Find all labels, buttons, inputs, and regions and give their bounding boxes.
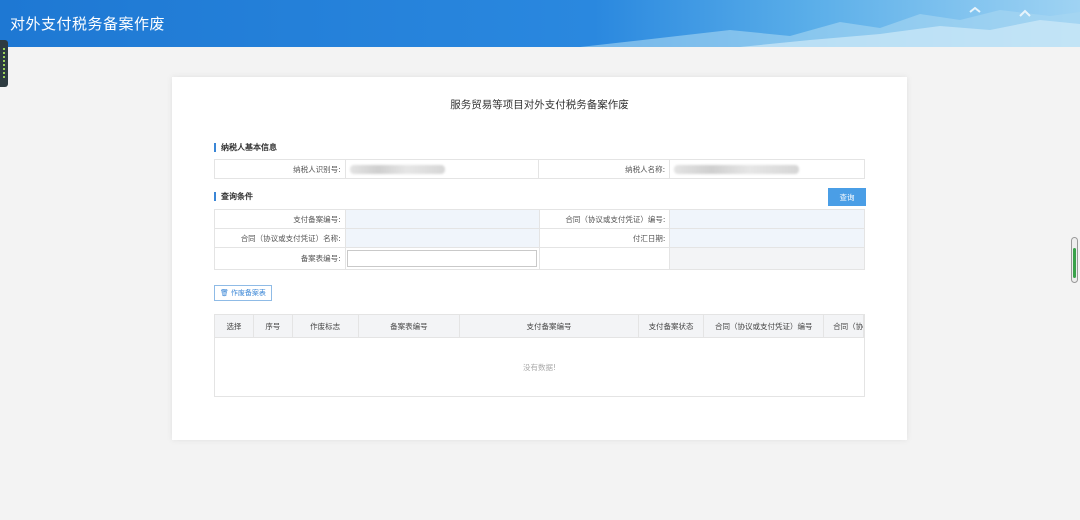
app-title: 对外支付税务备案作废 <box>10 15 166 33</box>
column-header[interactable]: 序号 <box>254 315 293 337</box>
pay-record-no-input[interactable] <box>344 209 540 229</box>
column-header[interactable]: 支付备案编号 <box>460 315 639 337</box>
remit-date-label: 付汇日期: <box>538 228 671 248</box>
column-header[interactable]: 备案表编号 <box>359 315 461 337</box>
contract-no-label: 合同（协议或支付凭证）编号: <box>538 209 671 229</box>
taxpayer-section-label: 纳税人基本信息 <box>214 143 277 152</box>
top-bar: 对外支付税务备案作废 <box>0 0 1080 47</box>
column-header[interactable]: 选择 <box>215 315 254 337</box>
pay-record-no-label: 支付备案编号: <box>214 209 346 229</box>
contract-name-label: 合同（协议或支付凭证）名称: <box>214 228 346 248</box>
floating-scroll-handle[interactable] <box>1071 237 1078 283</box>
query-button[interactable]: 查询 <box>828 188 866 206</box>
contract-no-input[interactable] <box>669 209 865 229</box>
record-form-no-input[interactable] <box>346 250 537 267</box>
table-header: 选择 序号 作废标志 备案表编号 支付备案编号 支付备案状态 合同（协议或支付凭… <box>215 315 864 338</box>
contract-name-input[interactable] <box>344 228 540 248</box>
side-drawer-handle[interactable] <box>0 40 8 87</box>
main-card: 服务贸易等项目对外支付税务备案作废 纳税人基本信息 纳税人识别号: 纳税人名称:… <box>172 77 907 440</box>
taxpayer-id-value <box>344 159 540 179</box>
record-table: 选择 序号 作废标志 备案表编号 支付备案编号 支付备案状态 合同（协议或支付凭… <box>214 314 865 397</box>
taxpayer-info-table: 纳税人识别号: 纳税人名称: <box>214 159 865 179</box>
void-record-label: 作废备案表 <box>230 289 266 297</box>
column-header[interactable]: 作废标志 <box>293 315 359 337</box>
query-section-label: 查询条件 <box>214 192 253 201</box>
column-header[interactable]: 合同（协 <box>824 315 864 337</box>
column-header[interactable]: 合同（协议或支付凭证）编号 <box>704 315 825 337</box>
void-record-button[interactable]: 🗑 作废备案表 <box>214 285 272 301</box>
empty-cell <box>538 247 671 270</box>
taxpayer-name-value <box>669 159 865 179</box>
taxpayer-name-label: 纳税人名称: <box>538 159 671 179</box>
record-form-no-cell <box>344 247 540 270</box>
query-conditions-table: 支付备案编号: 合同（协议或支付凭证）编号: 合同（协议或支付凭证）名称: 付汇… <box>214 209 865 270</box>
empty-cell <box>669 247 865 270</box>
record-form-no-label: 备案表编号: <box>214 247 346 270</box>
page-title: 服务贸易等项目对外支付税务备案作废 <box>450 99 629 111</box>
great-wall-banner-icon <box>580 6 1080 47</box>
remit-date-input[interactable] <box>669 228 865 248</box>
trash-icon: 🗑 <box>220 289 229 297</box>
taxpayer-id-label: 纳税人识别号: <box>214 159 346 179</box>
empty-message: 没有数据! <box>522 363 556 372</box>
column-header[interactable]: 支付备案状态 <box>639 315 705 337</box>
